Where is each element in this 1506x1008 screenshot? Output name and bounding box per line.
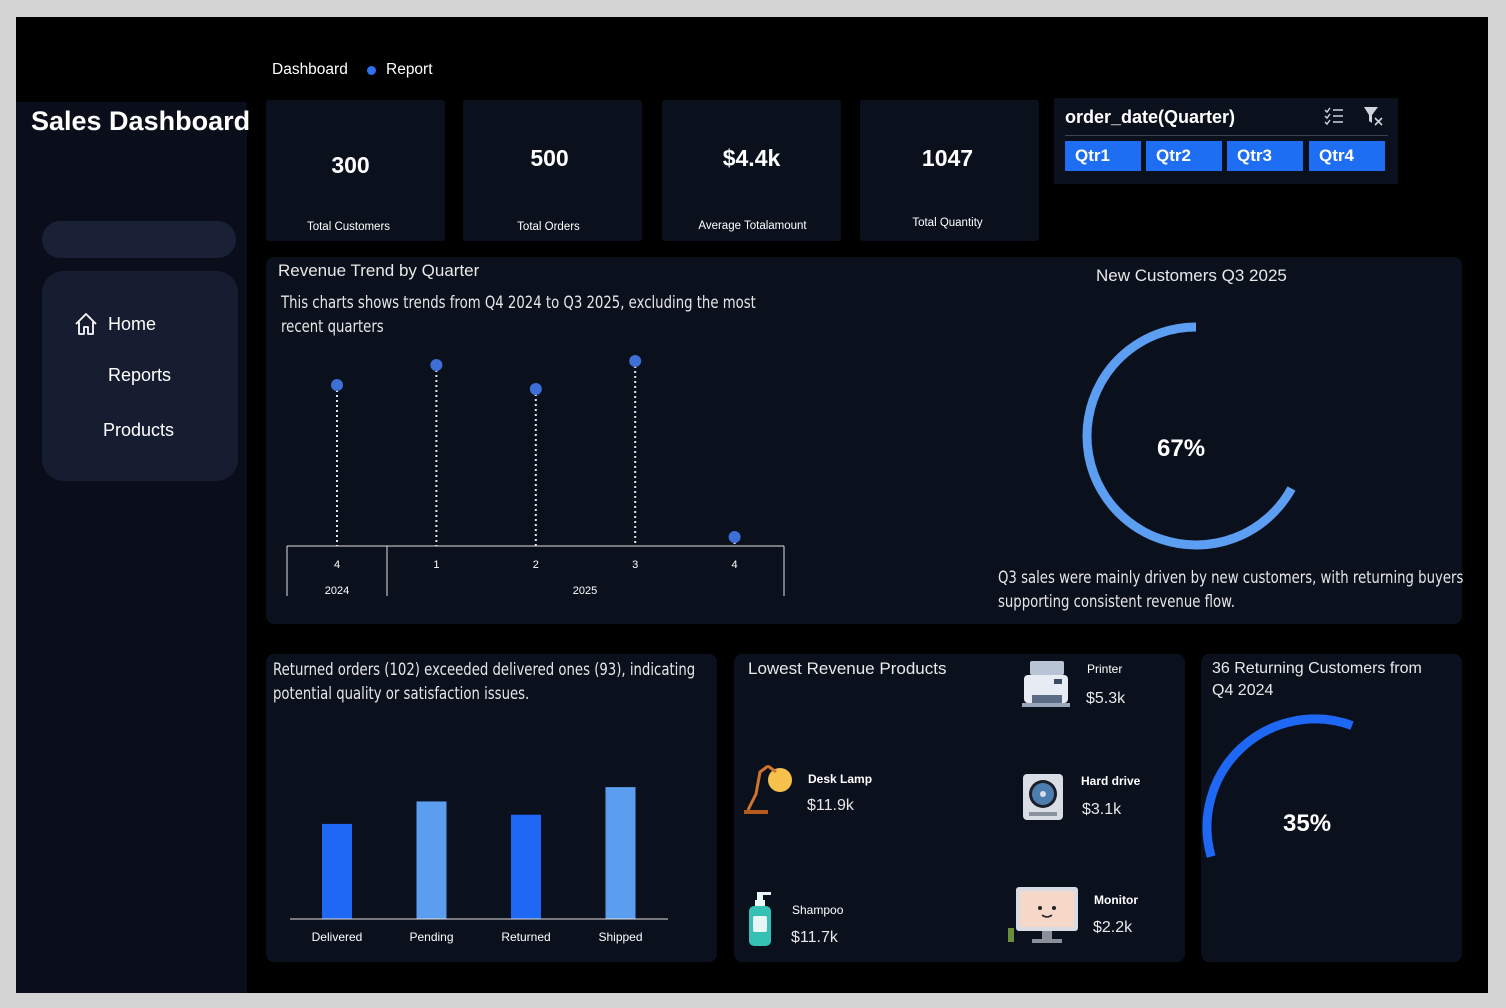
sidebar-item-products[interactable]: Products — [103, 420, 174, 441]
product-value: $2.2k — [1093, 919, 1133, 936]
bar — [511, 814, 541, 919]
order-status-note-1: Returned orders (102) exceeded delivered… — [273, 660, 696, 680]
returning-title-1: 36 Returning Customers from — [1212, 660, 1422, 677]
slicer-option-qtr4[interactable]: Qtr4 — [1309, 141, 1385, 171]
monitor-icon — [1006, 884, 1082, 953]
x-tick-label: Delivered — [312, 930, 363, 944]
x-tick-label: Returned — [501, 930, 550, 944]
lowest-products-title: Lowest Revenue Products — [748, 659, 947, 678]
product-value: $11.7k — [791, 929, 838, 946]
nav-dashboard-link[interactable]: Dashboard — [272, 61, 348, 79]
product-name: Printer — [1087, 662, 1123, 676]
product-name: Shampoo — [792, 903, 844, 917]
slicer-option-qtr3[interactable]: Qtr3 — [1227, 141, 1303, 171]
revenue-trend-title: Revenue Trend by Quarter — [278, 261, 480, 280]
x-tick-label: 1 — [433, 559, 439, 571]
kpi-card-average-amount: $4.4k Average Totalamount — [662, 100, 841, 241]
bar — [322, 823, 352, 919]
x-group-label: 2025 — [573, 585, 597, 597]
kpi-card-orders: 500 Total Orders — [463, 100, 642, 241]
kpi-value: $4.4k — [722, 145, 781, 171]
shampoo-icon — [746, 890, 776, 955]
bar — [605, 787, 636, 919]
data-point — [529, 383, 542, 395]
data-point — [728, 531, 741, 543]
revenue-trend-chart: 4 1 2 3 4 2024 2025 — [286, 355, 785, 597]
product-value: $11.9k — [807, 797, 854, 814]
kpi-value: 300 — [331, 152, 370, 178]
nav-report-link[interactable]: Report — [386, 61, 433, 79]
new-customers-note-1: Q3 sales were mainly driven by new custo… — [998, 568, 1464, 588]
slicer-divider — [1065, 135, 1388, 136]
slicer-option-qtr2[interactable]: Qtr2 — [1146, 141, 1222, 171]
slicer-title: order_date(Quarter) — [1065, 107, 1236, 127]
returning-percent: 35% — [1283, 810, 1332, 837]
sidebar-item-home[interactable]: Home — [108, 314, 156, 335]
desk-lamp-icon — [742, 760, 798, 823]
new-customers-percent: 67% — [1157, 435, 1206, 462]
kpi-label: Total Customers — [306, 221, 391, 233]
new-customers-title: New Customers Q3 2025 — [1096, 266, 1287, 285]
data-point — [430, 359, 443, 371]
order-status-chart: Delivered Pending Returned Shipped — [290, 787, 668, 944]
kpi-label: Total Orders — [517, 221, 580, 233]
kpi-value: 500 — [530, 145, 569, 171]
hard-drive-icon — [1021, 772, 1065, 827]
product-value: $3.1k — [1082, 801, 1122, 818]
kpi-value: 1047 — [921, 145, 974, 171]
kpi-card-customers: 300 Total Customers — [266, 100, 445, 241]
multi-select-icon[interactable] — [1323, 106, 1345, 131]
x-group-label: 2024 — [325, 585, 349, 597]
product-value: $5.3k — [1086, 690, 1126, 707]
x-tick-label: 4 — [334, 559, 340, 571]
x-tick-label: 4 — [732, 559, 738, 571]
app-title: Sales Dashboard — [31, 106, 251, 136]
active-dot-icon — [367, 66, 376, 75]
home-icon — [73, 311, 99, 342]
product-name: Desk Lamp — [808, 772, 873, 786]
revenue-trend-note-1: This charts shows trends from Q4 2024 to… — [281, 293, 756, 313]
x-tick-label: Pending — [409, 930, 453, 944]
bar — [416, 801, 447, 919]
printer-icon — [1018, 655, 1076, 718]
returning-title-2: Q4 2024 — [1212, 682, 1274, 699]
search-input[interactable] — [42, 221, 236, 258]
data-point — [629, 355, 642, 367]
order-status-note-2: potential quality or satisfaction issues… — [273, 684, 530, 704]
new-customers-note-2: supporting consistent revenue flow. — [998, 592, 1235, 612]
x-tick-label: 2 — [533, 559, 539, 571]
product-name: Monitor — [1094, 893, 1138, 907]
x-tick-label: Shipped — [598, 930, 642, 944]
x-tick-label: 3 — [632, 559, 638, 571]
sidebar-item-reports[interactable]: Reports — [108, 365, 171, 386]
kpi-label: Average Totalamount — [698, 220, 807, 232]
product-name: Hard drive — [1081, 774, 1141, 788]
kpi-card-quantity: 1047 Total Quantity — [860, 100, 1039, 241]
slicer-option-qtr1[interactable]: Qtr1 — [1065, 141, 1141, 171]
data-point — [331, 379, 343, 391]
clear-filter-icon[interactable] — [1362, 105, 1384, 132]
kpi-label: Total Quantity — [912, 217, 983, 229]
revenue-trend-note-2: recent quarters — [281, 317, 384, 337]
